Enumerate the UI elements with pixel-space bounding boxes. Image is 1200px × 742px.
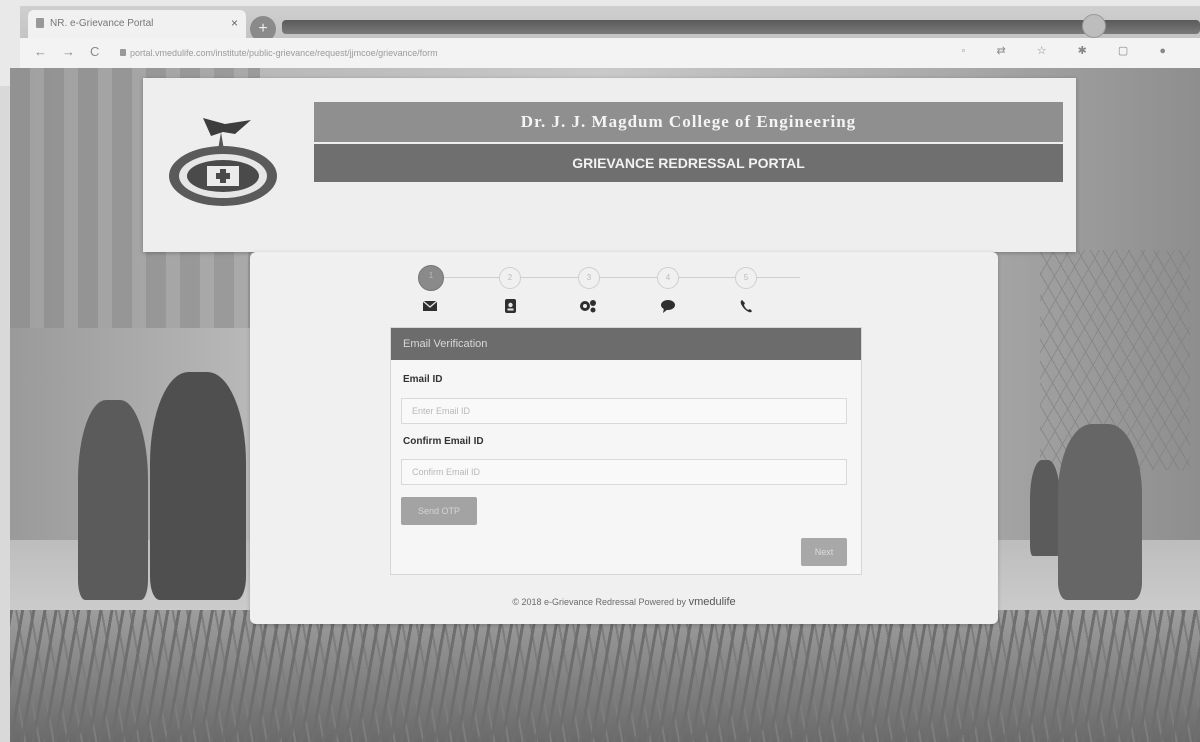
footer: © 2018 e-Grievance Redressal Powered by …: [250, 596, 998, 608]
background-person: [1058, 424, 1142, 600]
tab-strip: NR. e-Grievance Portal × +: [20, 6, 1200, 42]
email-verification-panel: Email Verification Email ID Confirm Emai…: [390, 327, 862, 575]
lock-icon: [120, 49, 126, 56]
portal-title: GRIEVANCE REDRESSAL PORTAL: [314, 144, 1063, 182]
background-person: [150, 372, 246, 600]
back-icon[interactable]: ←: [34, 44, 47, 59]
step-2[interactable]: 2: [499, 267, 521, 289]
college-name: Dr. J. J. Magdum College of Engineering: [314, 102, 1063, 142]
phone-icon: [740, 300, 752, 313]
chat-icon: [661, 300, 675, 313]
email-label: Email ID: [403, 374, 443, 385]
browser-tab[interactable]: NR. e-Grievance Portal ×: [28, 10, 246, 38]
envelope-icon: [422, 300, 438, 311]
tab-title: NR. e-Grievance Portal: [50, 18, 154, 29]
main-card: 1 2 3 4 5 Email Verification Email ID En…: [250, 252, 998, 624]
header-banner: Dr. J. J. Magdum College of Engineering …: [143, 78, 1076, 252]
step-4[interactable]: 4: [657, 267, 679, 289]
forward-icon[interactable]: →: [62, 44, 75, 59]
confirm-email-input[interactable]: [401, 459, 847, 485]
college-logo-icon: [169, 118, 277, 206]
email-input[interactable]: [401, 398, 847, 424]
tab-strip-bar: [282, 20, 1200, 34]
send-otp-button[interactable]: Send OTP: [401, 497, 477, 525]
background-flowers: [10, 610, 1200, 742]
footer-text: © 2018 e-Grievance Redressal Powered by: [512, 597, 687, 607]
tab-close-icon[interactable]: ×: [231, 16, 238, 30]
step-3[interactable]: 3: [578, 267, 600, 289]
gears-icon: [580, 300, 596, 313]
next-button[interactable]: Next: [801, 538, 847, 566]
background-person: [78, 400, 148, 600]
address-bar[interactable]: portal.vmedulife.com/institute/public-gr…: [130, 44, 830, 62]
footer-brand-link[interactable]: vmedulife: [689, 596, 736, 608]
profile-icon[interactable]: [1082, 14, 1106, 38]
panel-title: Email Verification: [391, 328, 861, 360]
confirm-email-label: Confirm Email ID: [403, 436, 484, 447]
step-5[interactable]: 5: [735, 267, 757, 289]
background-person: [1030, 460, 1060, 556]
step-1[interactable]: 1: [418, 265, 444, 291]
favicon-icon: [36, 18, 44, 28]
reload-icon[interactable]: C: [90, 44, 99, 59]
browser-toolbar: ← → C portal.vmedulife.com/institute/pub…: [20, 38, 1200, 69]
id-card-icon: [505, 299, 516, 313]
toolbar-icons[interactable]: ◦ ⇄ ☆ ✱ ▢ ●: [961, 44, 1180, 57]
progress-stepper: 1 2 3 4 5: [370, 264, 800, 324]
